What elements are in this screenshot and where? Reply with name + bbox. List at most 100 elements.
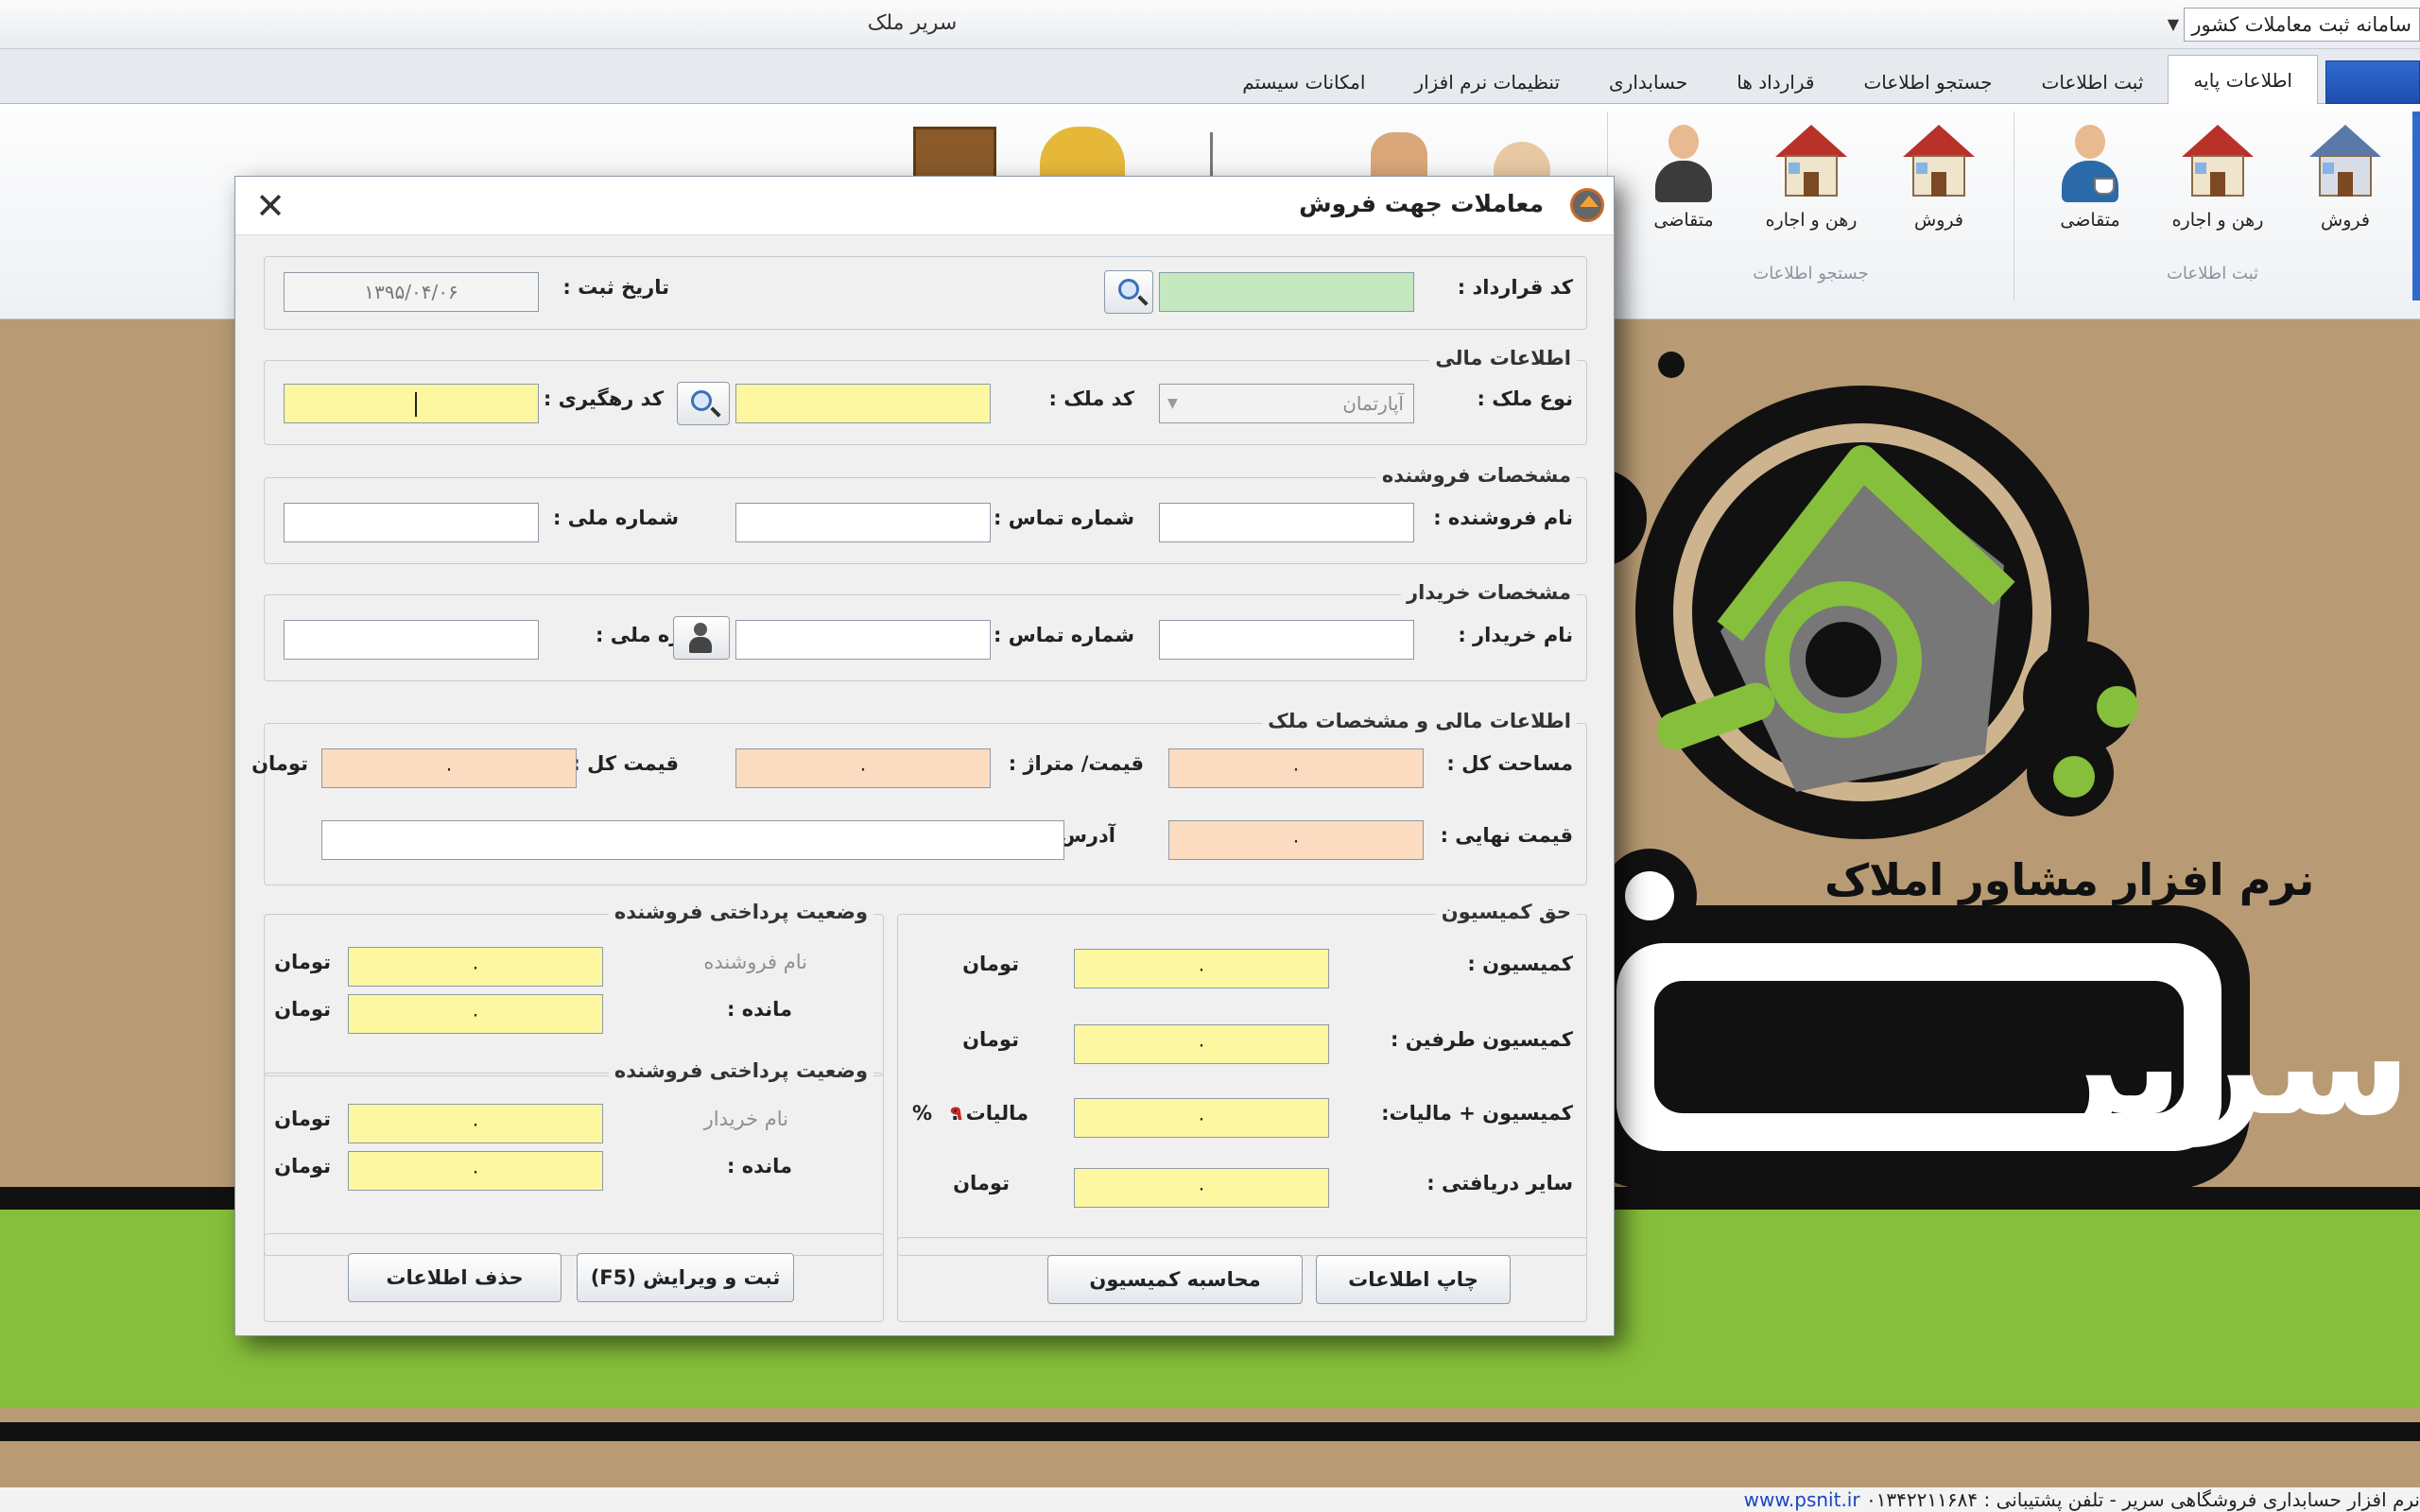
- print-button[interactable]: چاپ اطلاعات: [1316, 1255, 1511, 1304]
- ribbon-button-applicant[interactable]: متقاضی: [2033, 121, 2147, 231]
- tax-rate-value: ۹: [950, 1102, 962, 1125]
- total-price-label: قیمت کل :: [572, 752, 679, 775]
- record-actions-section: ثبت و ویرایش (F5) حذف اطلاعات: [264, 1233, 884, 1322]
- seller-name-label: نام فروشنده :: [1433, 507, 1573, 529]
- final-price-input[interactable]: ۰: [1168, 820, 1424, 860]
- ribbon-group-caption: جستجو اطلاعات: [1753, 264, 1869, 284]
- ribbon-group-search: فروش رهن و اجاره متقاضی جستجو اطلاعات: [1607, 112, 2014, 301]
- section-title: وضعیت پرداختی فروشنده: [608, 901, 873, 923]
- ribbon-button-label: رهن و اجاره: [2171, 210, 2264, 231]
- ribbon-group-caption: ثبت اطلاعات: [2166, 264, 2259, 284]
- house-fence-icon: [1901, 121, 1977, 206]
- quick-access-dropdown-icon[interactable]: ▼: [2168, 15, 2179, 33]
- ribbon-button-search-sale[interactable]: فروش: [1882, 121, 1996, 231]
- buyer-national-input[interactable]: [284, 620, 539, 660]
- buyer-remaining-input[interactable]: ۰: [348, 1151, 603, 1191]
- window-titlebar: سریر ملک ▼ سامانه ثبت معاملات کشور: [0, 0, 2420, 49]
- property-code-search-button[interactable]: [677, 382, 730, 425]
- seller-name-input[interactable]: [1159, 503, 1414, 542]
- seller-payment-name-label: نام فروشنده: [703, 951, 807, 973]
- ribbon-button-rent[interactable]: رهن و اجاره: [2161, 121, 2274, 231]
- buyer-select-button[interactable]: [673, 616, 730, 660]
- currency-label: تومان: [274, 1155, 331, 1177]
- file-menu-button[interactable]: [2325, 60, 2420, 104]
- contract-code-input[interactable]: [1159, 272, 1414, 312]
- section-title: وضعیت پرداختی فروشنده: [608, 1059, 873, 1082]
- percent-sign: %: [911, 1102, 932, 1125]
- close-button[interactable]: ✕: [247, 182, 294, 230]
- address-input[interactable]: [321, 820, 1064, 860]
- property-code-label: کد ملک :: [1048, 387, 1134, 410]
- dialog-titlebar: معاملات جهت فروش ✕: [235, 177, 1614, 235]
- buyer-payment-name-label: نام خریدار: [703, 1108, 788, 1130]
- calculate-commission-button[interactable]: محاسبه کمیسیون: [1047, 1255, 1303, 1304]
- house-blue-icon: [2308, 121, 2383, 206]
- buyer-section: مشخصات خریدار نام خریدار : شماره تماس : …: [264, 581, 1587, 681]
- contract-search-button[interactable]: [1104, 270, 1153, 314]
- commission-input[interactable]: ۰: [1074, 949, 1329, 988]
- register-date-field: ۱۳۹۵/۰۴/۰۶: [284, 272, 539, 312]
- quick-access-select[interactable]: سامانه ثبت معاملات کشور: [2184, 8, 2420, 42]
- house-icon: [2180, 121, 2256, 206]
- both-commission-label: کمیسیون طرفین :: [1391, 1028, 1573, 1051]
- sale-transactions-dialog: معاملات جهت فروش ✕ کد قرارداد : تاریخ ثب…: [234, 176, 1615, 1336]
- tracking-code-label: کد رهگیری :: [543, 387, 664, 410]
- other-income-input[interactable]: ۰: [1074, 1168, 1329, 1208]
- total-price-input[interactable]: ۰: [321, 748, 577, 788]
- property-code-input[interactable]: [735, 384, 991, 423]
- tracking-code-input[interactable]: [284, 384, 539, 423]
- seller-national-input[interactable]: [284, 503, 539, 542]
- buyer-name-label: نام خریدار :: [1458, 624, 1573, 646]
- seller-remaining-label: مانده :: [726, 998, 792, 1021]
- total-area-label: مساحت کل :: [1446, 752, 1573, 775]
- brand-tagline: نرم افزار مشاور املاک: [1824, 854, 2315, 905]
- property-type-select[interactable]: آپارتمان ▼: [1159, 384, 1414, 423]
- financial-info-section: اطلاعات مالی نوع ملک : آپارتمان ▼ کد ملک…: [264, 347, 1587, 445]
- ribbon-button-sale[interactable]: فروش: [2289, 121, 2402, 231]
- currency-label: تومان: [953, 1172, 1010, 1194]
- tax-rate-label: مالیات :: [950, 1102, 1028, 1125]
- status-url-link[interactable]: www.psnit.ir: [1744, 1488, 1860, 1511]
- ribbon-button-label: متقاضی: [1653, 210, 1714, 231]
- delete-button[interactable]: حذف اطلاعات: [348, 1253, 562, 1302]
- tab-register-info[interactable]: ثبت اطلاعات: [2017, 60, 2169, 104]
- search-icon: [1118, 279, 1139, 300]
- final-price-label: قیمت نهایی :: [1440, 824, 1573, 847]
- tab-base-info[interactable]: اطلاعات پایه: [2168, 55, 2318, 104]
- seller-remaining-input[interactable]: ۰: [348, 994, 603, 1034]
- buyer-phone-input[interactable]: [735, 620, 991, 660]
- contract-code-label: کد قرارداد :: [1457, 276, 1573, 299]
- tab-search-info[interactable]: جستجو اطلاعات: [1839, 60, 2016, 104]
- ribbon-button-search-applicant[interactable]: متقاضی: [1627, 121, 1740, 231]
- ribbon-button-label: فروش: [2321, 210, 2370, 231]
- tab-contracts[interactable]: قرارداد ها: [1712, 60, 1839, 104]
- tab-accounting[interactable]: حسابداری: [1584, 60, 1712, 104]
- tab-settings[interactable]: تنظیمات نرم افزار: [1390, 60, 1584, 104]
- dialog-title: معاملات جهت فروش: [1299, 190, 1544, 217]
- home-icon: [1570, 188, 1604, 222]
- tab-system[interactable]: امکانات سیستم: [1218, 60, 1390, 104]
- ribbon-tabs: اطلاعات پایه ثبت اطلاعات جستجو اطلاعات ق…: [1218, 55, 2420, 104]
- ribbon-button-label: رهن و اجاره: [1765, 210, 1858, 231]
- commission-tax-input[interactable]: ۰: [1074, 1098, 1329, 1138]
- total-area-input[interactable]: ۰: [1168, 748, 1424, 788]
- seller-payment-amount[interactable]: ۰: [348, 947, 603, 987]
- brand-wordmark: سریر: [2042, 983, 2411, 1147]
- ribbon-button-label: فروش: [1914, 210, 1963, 231]
- save-edit-button[interactable]: ثبت و ویرایش (F5): [577, 1253, 794, 1302]
- currency-label: تومان: [962, 1028, 1019, 1051]
- user-icon: [689, 623, 712, 653]
- commission-actions-section: چاپ اطلاعات محاسبه کمیسیون: [897, 1237, 1587, 1322]
- buyer-payment-amount[interactable]: ۰: [348, 1104, 603, 1143]
- ribbon-tabbar: اطلاعات پایه ثبت اطلاعات جستجو اطلاعات ق…: [0, 49, 2420, 104]
- both-commission-input[interactable]: ۰: [1074, 1024, 1329, 1064]
- seller-phone-input[interactable]: [735, 503, 991, 542]
- other-income-label: سایر دریافتی :: [1426, 1172, 1573, 1194]
- ribbon-button-search-rent[interactable]: رهن و اجاره: [1754, 121, 1868, 231]
- section-title: اطلاعات مالی و مشخصات ملک: [1262, 710, 1577, 732]
- currency-label: تومان: [274, 951, 331, 973]
- section-title: اطلاعات مالی: [1429, 347, 1577, 369]
- price-per-meter-input[interactable]: ۰: [735, 748, 991, 788]
- buyer-name-input[interactable]: [1159, 620, 1414, 660]
- search-icon: [691, 390, 712, 411]
